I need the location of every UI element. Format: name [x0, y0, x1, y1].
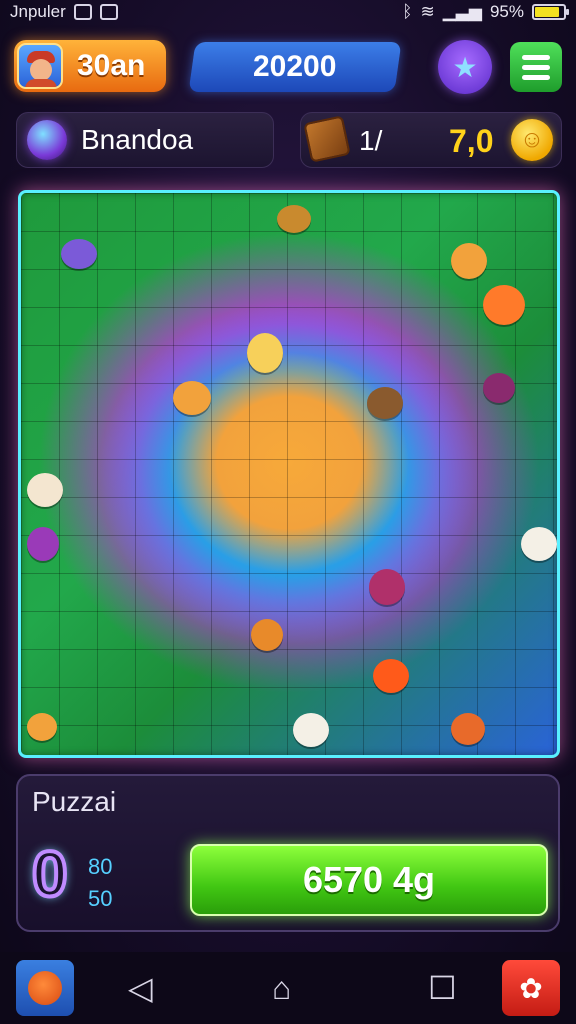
settings-button[interactable]: ✿: [502, 960, 560, 1016]
avatar[interactable]: [17, 43, 63, 89]
star-icon: ★: [452, 51, 478, 83]
puzzle-piece-critter[interactable]: [451, 713, 485, 745]
level-badge[interactable]: 30an: [14, 40, 166, 92]
bluetooth-icon: ᛒ: [402, 2, 413, 21]
panel-title: Puzzai: [32, 786, 117, 817]
character-icon: [28, 971, 62, 1005]
pieces-counter: 1/: [359, 125, 383, 156]
puzzle-name: Bnandoa: [81, 124, 194, 155]
wifi-icon: ≋: [420, 2, 435, 21]
status-bar: Jnpuler ᛒ ≋ ▁▃▅ 95%: [0, 0, 576, 24]
recent-apps-icon[interactable]: ☐: [428, 972, 457, 1004]
puzzle-piece-critter[interactable]: [251, 619, 283, 651]
puzzle-piece-critter[interactable]: [293, 713, 329, 747]
resource-bar: 1/ 7,0 ☺: [300, 112, 562, 168]
menu-button[interactable]: [510, 42, 562, 92]
puzzle-piece-critter[interactable]: [247, 333, 283, 373]
battery-icon: [532, 4, 569, 20]
gear-icon: ✿: [519, 972, 543, 1004]
menu-icon: [522, 54, 550, 60]
puzzle-info[interactable]: Bnandoa: [16, 112, 274, 168]
puzzle-piece-critter[interactable]: [27, 527, 59, 561]
notification-icon: [73, 4, 92, 20]
home-icon[interactable]: ⌂: [272, 972, 291, 1004]
counter-value: 0: [30, 838, 70, 910]
puzzle-piece-critter[interactable]: [483, 285, 525, 325]
puzzle-piece-critter[interactable]: [27, 713, 57, 741]
signal-icon: ▁▃▅: [442, 2, 482, 21]
puzzle-piece-critter[interactable]: [367, 387, 403, 419]
puzzle-piece-critter[interactable]: [173, 381, 211, 415]
level-label: 30an: [77, 49, 146, 82]
profile-button[interactable]: [16, 960, 74, 1016]
coins-value: 7,0: [449, 123, 494, 159]
puzzle-board[interactable]: [18, 190, 560, 758]
back-icon[interactable]: ◁: [128, 972, 153, 1004]
puzzle-piece-critter[interactable]: [61, 239, 97, 269]
action-button[interactable]: 6570 4g: [190, 844, 548, 916]
puzzle-piece-critter[interactable]: [277, 205, 311, 233]
score-value: 20200: [253, 50, 337, 83]
star-button[interactable]: ★: [438, 40, 492, 94]
puzzle-piece-critter[interactable]: [373, 659, 409, 693]
puzzle-piece-critter[interactable]: [521, 527, 557, 561]
stat-top: 80: [88, 854, 113, 879]
camera-icon: [99, 4, 118, 20]
top-header: 30an 20200 ★: [14, 38, 562, 96]
app-name: Jnpuler: [10, 2, 66, 21]
orb-icon: [27, 120, 67, 160]
puzzle-piece-critter[interactable]: [369, 569, 405, 605]
puzzle-panel: Puzzai 0 80 50 6570 4g: [16, 774, 560, 932]
score-panel: 20200: [188, 42, 402, 92]
puzzle-piece-critter[interactable]: [27, 473, 63, 507]
puzzle-piece-critter[interactable]: [483, 373, 515, 403]
navigation-bar: ◁ ⌂ ☐ ✿: [0, 952, 576, 1024]
battery-text: 95%: [489, 2, 524, 21]
coin-icon[interactable]: ☺: [511, 119, 553, 161]
crate-icon: [303, 115, 351, 163]
puzzle-piece-critter[interactable]: [451, 243, 487, 279]
stat-bottom: 50: [88, 886, 113, 911]
